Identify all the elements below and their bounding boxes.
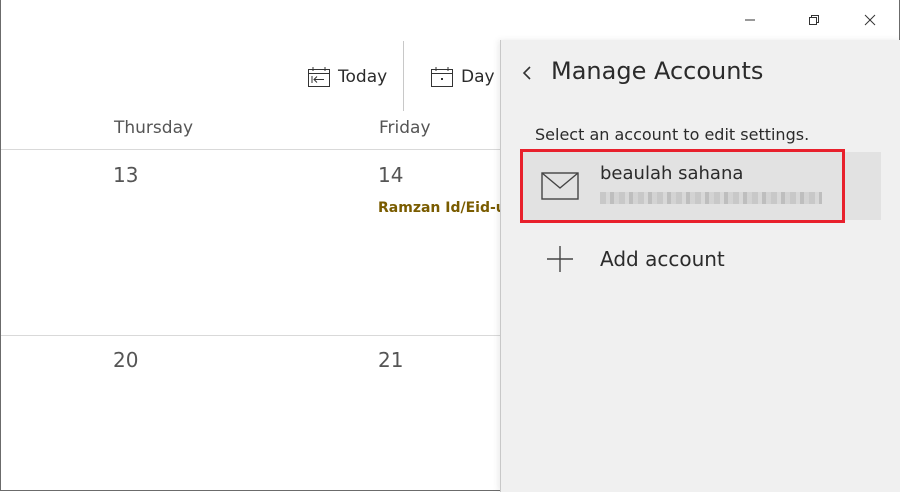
date-cell-21[interactable]: 21 xyxy=(378,348,403,372)
week-divider xyxy=(1,335,501,336)
restore-icon xyxy=(809,15,819,25)
day-label: Day xyxy=(461,67,495,87)
week-divider xyxy=(1,149,501,150)
day-header-thursday: Thursday xyxy=(114,118,194,138)
calendar-event[interactable]: Ramzan Id/Eid-u xyxy=(378,200,501,216)
add-account-button[interactable]: Add account xyxy=(521,236,881,284)
minimize-button[interactable] xyxy=(727,0,773,40)
minimize-icon xyxy=(745,19,755,21)
day-view-button[interactable]: Day xyxy=(430,62,495,92)
day-header-friday: Friday xyxy=(379,118,431,138)
panel-title: Manage Accounts xyxy=(551,57,764,85)
calendar-day-icon xyxy=(431,67,453,87)
app-window: Today Day Thursday Friday 13 14 Ramzan I… xyxy=(0,0,900,492)
panel-subtitle: Select an account to edit settings. xyxy=(535,125,810,144)
date-cell-13[interactable]: 13 xyxy=(113,163,138,187)
calendar-back-icon xyxy=(308,67,330,87)
add-account-label: Add account xyxy=(600,247,725,271)
back-button[interactable] xyxy=(515,60,539,86)
date-cell-14[interactable]: 14 xyxy=(378,163,403,187)
toolbar-divider xyxy=(403,41,404,111)
selection-highlight-box xyxy=(520,149,845,223)
today-button[interactable]: Today xyxy=(307,62,387,92)
close-icon xyxy=(864,14,876,26)
close-button[interactable] xyxy=(847,0,893,40)
chevron-left-icon xyxy=(522,66,531,80)
manage-accounts-panel: Manage Accounts Select an account to edi… xyxy=(500,40,900,492)
date-cell-20[interactable]: 20 xyxy=(113,348,138,372)
today-label: Today xyxy=(338,67,388,87)
plus-icon xyxy=(545,244,575,278)
restore-button[interactable] xyxy=(791,0,837,40)
